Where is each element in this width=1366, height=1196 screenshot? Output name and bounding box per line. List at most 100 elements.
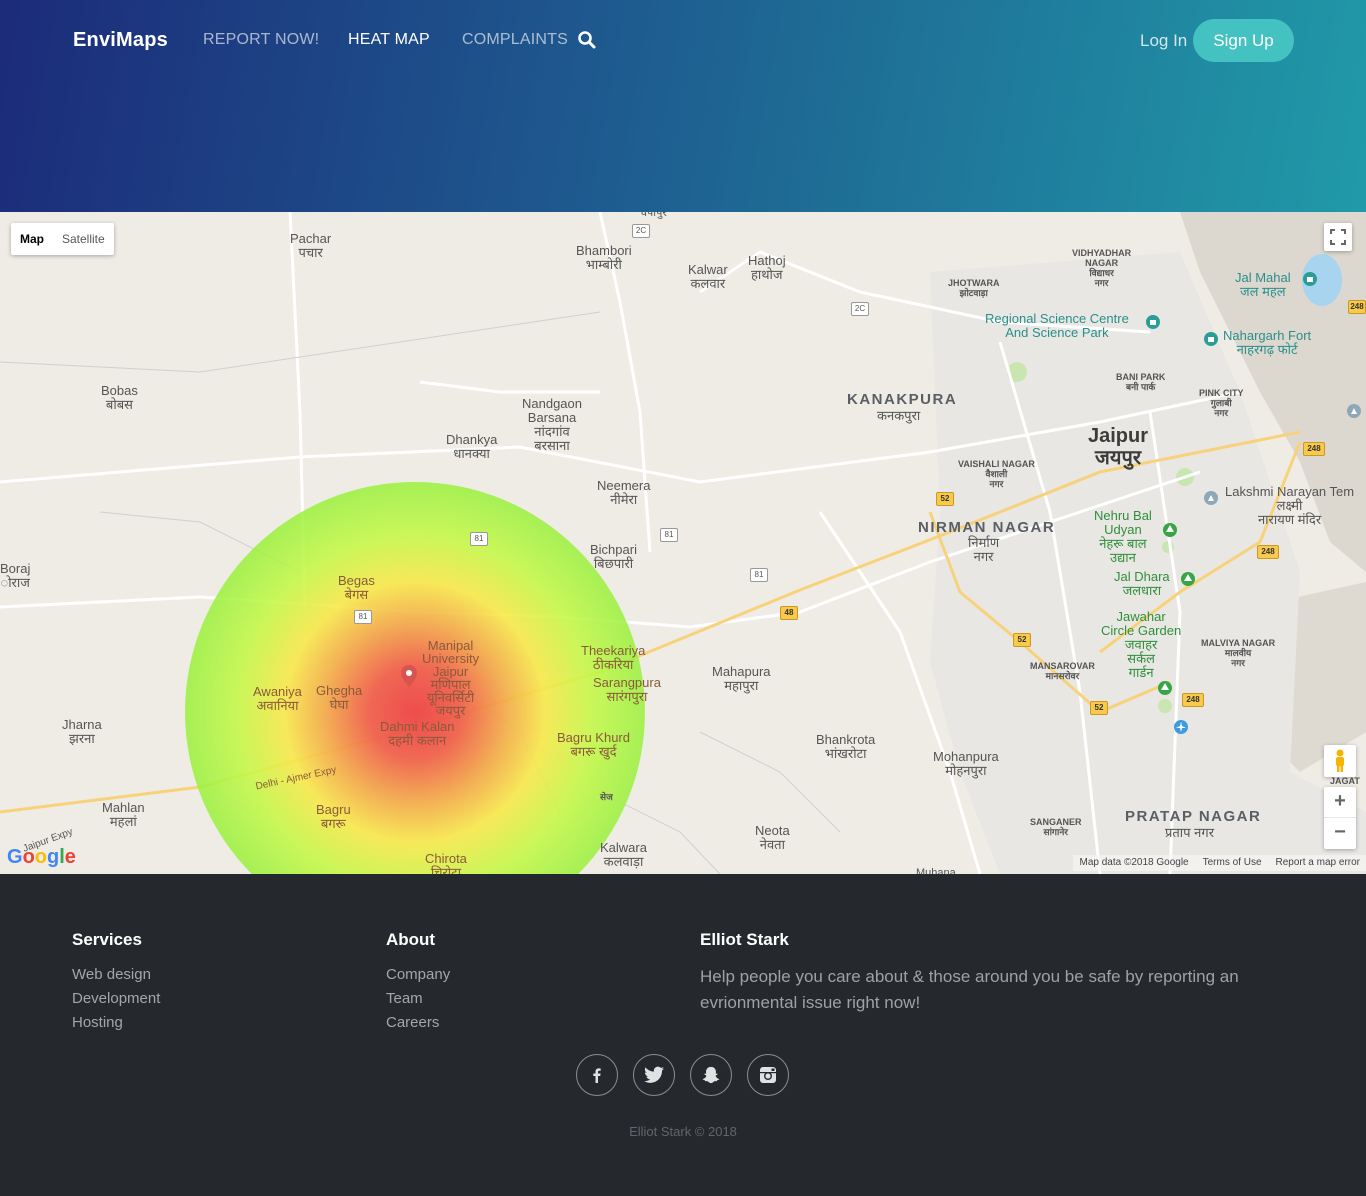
highway-shield: 52 — [1090, 701, 1108, 715]
highway-shield: 248 — [1182, 693, 1204, 707]
label-mansarovar: MANSAROVAR मानसरोवर — [1030, 661, 1095, 681]
zoom-out-button[interactable]: − — [1324, 818, 1356, 849]
label-lakshmi: Lakshmi Narayan Tem लक्ष्मी नारायण मंदिर — [1225, 484, 1355, 527]
landmark-icon[interactable] — [1203, 331, 1219, 347]
label-bhambori: Bhambori भाम्बोरी — [576, 243, 632, 272]
label-mahlan: Mahlan महलां — [102, 800, 145, 829]
label-regional-science: Regional Science Centre And Science Park — [985, 311, 1129, 340]
footer-services-title: Services — [72, 930, 142, 949]
label-boraj: Borajोराज — [0, 561, 31, 590]
copyright-text: Elliot Stark © 2018 — [629, 1124, 737, 1139]
label-pink-city: PINK CITY गुलाबी नगर — [1199, 388, 1244, 418]
label-nirman-hi: निर्माण नगर — [968, 535, 1000, 564]
label-awaniya: Awaniya अवानिया — [253, 684, 302, 713]
label-nahargarh: Nahargarh Fort नाहरगढ़ फोर्ट — [1223, 328, 1312, 357]
pegman-icon — [1336, 749, 1344, 772]
nav-heat-map[interactable]: HEAT MAP — [348, 31, 430, 49]
fullscreen-icon — [1330, 229, 1346, 245]
landmark-icon[interactable] — [1302, 271, 1318, 287]
highway-shield: 81 — [354, 610, 372, 624]
label-mahapura: Mahapura महापुरा — [712, 664, 771, 693]
zoom-in-button[interactable]: + — [1324, 787, 1356, 818]
twitter-icon — [644, 1066, 664, 1083]
heat-map[interactable]: Pachar पचार Bhambori भाम्बोरी Kalwar कलवार … — [0, 212, 1366, 874]
footer-link-careers[interactable]: Careers — [386, 1014, 439, 1031]
fullscreen-button[interactable] — [1324, 223, 1352, 251]
label-dahmi: Dahmi Kalan दहमी कलान — [380, 719, 455, 748]
temple-icon[interactable] — [1203, 490, 1219, 506]
label-nirman: NIRMAN NAGAR — [918, 519, 1056, 536]
label-neota: Neota नेवता — [755, 823, 790, 852]
footer-link-web-design[interactable]: Web design — [72, 966, 151, 983]
highway-shield: 52 — [1013, 633, 1031, 647]
terms-link[interactable]: Terms of Use — [1203, 857, 1262, 869]
brand-logo[interactable]: EnviMaps — [73, 29, 168, 52]
label-bobas: Bobas बोबस — [101, 383, 138, 412]
nav-report-now[interactable]: REPORT NOW! — [203, 31, 319, 49]
label-jaipur: Jaipur जयपुर — [1088, 425, 1149, 469]
label-jawahar: Jawahar Circle Garden जवाहर सर्कल गार्डन — [1101, 609, 1182, 680]
map-type-control: Map Satellite — [11, 223, 114, 255]
footer-link-company[interactable]: Company — [386, 966, 450, 983]
map-attribution: Map data ©2018 Google Terms of Use Repor… — [1073, 855, 1366, 871]
label-malviya: MALVIYA NAGAR मालवीय नगर — [1201, 638, 1276, 668]
label-vaishali: VAISHALI NAGAR वैशाली नगर — [958, 459, 1035, 489]
signup-button[interactable]: Sign Up — [1193, 19, 1294, 62]
twitter-button[interactable] — [633, 1054, 675, 1096]
map-type-satellite-button[interactable]: Satellite — [53, 223, 114, 255]
label-bagru-khurd: Bagru Khurd बगरू खुर्द — [557, 730, 630, 759]
label-muhana: Muhana — [916, 867, 956, 874]
temple-icon[interactable] — [1346, 403, 1362, 419]
highway-shield: 81 — [470, 532, 488, 546]
instagram-button[interactable] — [747, 1054, 789, 1096]
label-pratap-hi: प्रताप नगर — [1165, 825, 1215, 840]
facebook-icon — [593, 1068, 601, 1083]
street-view-button[interactable] — [1324, 745, 1356, 777]
label-top-cut: चंपापुर — [640, 212, 667, 219]
label-neemera: Neemera नीमेरा — [597, 478, 651, 507]
landmark-icon[interactable] — [1145, 314, 1161, 330]
park-icon[interactable] — [1162, 522, 1178, 538]
search-icon[interactable] — [577, 30, 597, 50]
label-jal-dhara: Jal Dhara जलधारा — [1114, 569, 1170, 598]
footer-owner-title: Elliot Stark — [700, 930, 789, 949]
footer-description: Help people you care about & those aroun… — [700, 967, 1239, 1012]
snapchat-button[interactable] — [690, 1054, 732, 1096]
footer-link-hosting[interactable]: Hosting — [72, 1014, 123, 1031]
label-dhankya: Dhankya धानक्या — [446, 432, 498, 461]
label-sej: सेज — [600, 792, 613, 802]
label-kanakpura-hi: कनकपुरा — [877, 408, 921, 423]
label-hathoj: Hathoj हाथोज — [748, 253, 786, 282]
label-jharna: Jharna झरना — [62, 717, 102, 746]
snapchat-icon — [702, 1066, 720, 1084]
label-jal-mahal: Jal Mahal जल महल — [1235, 270, 1291, 299]
highway-shield: 248 — [1257, 545, 1279, 559]
label-sarangpura: Sarangpura सारंगपुरा — [593, 675, 661, 704]
label-theekariya: Theekariya ठीकरिया — [581, 643, 646, 672]
highway-shield: 81 — [660, 528, 678, 542]
label-bichpari: Bichpari बिछपारी — [590, 542, 637, 571]
report-error-link[interactable]: Report a map error — [1276, 857, 1360, 869]
nav-complaints[interactable]: COMPLAINTS — [462, 31, 568, 49]
instagram-icon — [760, 1067, 776, 1083]
label-bagru: Bagru बगरू — [316, 802, 351, 831]
airport-icon[interactable] — [1173, 719, 1189, 735]
footer-link-development[interactable]: Development — [72, 990, 160, 1007]
footer-link-team[interactable]: Team — [386, 990, 423, 1007]
login-link[interactable]: Log In — [1140, 31, 1187, 51]
label-nehru: Nehru Bal Udyan नेहरू बाल उद्यान — [1094, 508, 1152, 565]
highway-shield: 2C — [632, 224, 650, 238]
facebook-button[interactable] — [576, 1054, 618, 1096]
label-ghegha: Ghegha घेघा — [316, 683, 363, 712]
header: EnviMaps REPORT NOW! HEAT MAP COMPLAINTS… — [0, 0, 1366, 212]
map-type-map-button[interactable]: Map — [11, 223, 53, 255]
google-logo[interactable]: Google — [7, 846, 76, 869]
label-begas: Begas बेगस — [338, 573, 375, 602]
footer-about-title: About — [386, 930, 436, 949]
map-data-text: Map data ©2018 Google — [1079, 857, 1189, 868]
park-icon[interactable] — [1180, 571, 1196, 587]
label-chirota: Chirota चिरोटा — [425, 851, 467, 875]
highway-shield: 52 — [936, 492, 954, 506]
park-icon[interactable] — [1157, 680, 1173, 696]
location-pin-icon[interactable] — [400, 665, 418, 687]
